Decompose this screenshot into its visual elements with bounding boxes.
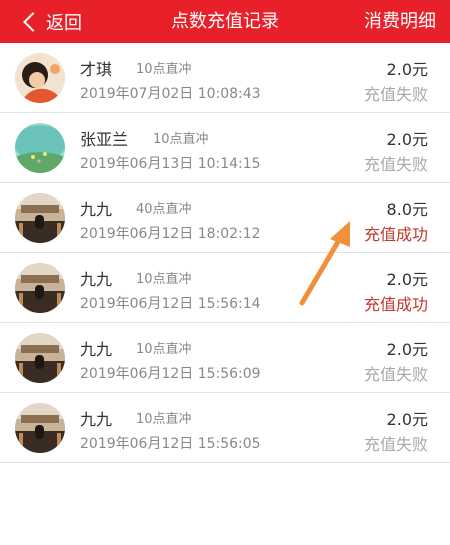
status-label: 充值成功 [363,225,428,244]
consumption-detail-link[interactable]: 消费明细 [364,0,436,43]
user-name: 九九 [80,270,113,289]
package-tag: 10点直冲 [136,342,192,357]
list-item[interactable]: 才琪 10点直冲 2019年07月02日 10:08:43 2.0元 充值失败 [0,43,450,113]
back-label: 返回 [46,12,82,34]
package-tag: 10点直冲 [136,412,192,427]
amount: 8.0元 [386,200,428,219]
amount: 2.0元 [386,270,428,289]
user-name: 九九 [80,200,113,219]
user-name: 九九 [80,410,113,429]
status-label: 充值失败 [363,155,428,174]
package-tag: 40点直冲 [136,202,192,217]
recharge-time: 2019年06月12日 15:56:05 [80,436,261,452]
app-header: 返回 点数充值记录 消费明细 [0,0,450,43]
avatar [15,53,65,103]
back-button[interactable]: 返回 [22,0,82,43]
avatar [15,263,65,313]
list-item[interactable]: 九九 10点直冲 2019年06月12日 15:56:05 2.0元 充值失败 [0,393,450,463]
package-tag: 10点直冲 [136,62,192,77]
recharge-time: 2019年07月02日 10:08:43 [80,86,261,102]
recharge-time: 2019年06月12日 15:56:14 [80,296,261,312]
amount: 2.0元 [386,410,428,429]
user-name: 九九 [80,340,113,359]
user-name: 才琪 [80,60,113,79]
list-item[interactable]: 九九 10点直冲 2019年06月12日 15:56:09 2.0元 充值失败 [0,323,450,393]
status-label: 充值成功 [363,295,428,314]
list-item[interactable]: 九九 10点直冲 2019年06月12日 15:56:14 2.0元 充值成功 [0,253,450,323]
amount: 2.0元 [386,130,428,149]
amount: 2.0元 [386,340,428,359]
recharge-time: 2019年06月13日 10:14:15 [80,156,261,172]
list-item[interactable]: 张亚兰 10点直冲 2019年06月13日 10:14:15 2.0元 充值失败 [0,113,450,183]
annotation-arrow [299,221,350,306]
list-item[interactable]: 九九 40点直冲 2019年06月12日 18:02:12 8.0元 充值成功 [0,183,450,253]
package-tag: 10点直冲 [136,272,192,287]
amount: 2.0元 [386,60,428,79]
status-label: 充值失败 [363,435,428,454]
status-label: 充值失败 [363,85,428,104]
arrow-shaft [299,232,345,306]
package-tag: 10点直冲 [153,132,209,147]
avatar [15,123,65,173]
chevron-left-icon [23,11,43,32]
avatar [15,403,65,453]
recharge-time: 2019年06月12日 15:56:09 [80,366,261,382]
status-label: 充值失败 [363,365,428,384]
recharge-time: 2019年06月12日 18:02:12 [80,226,261,242]
avatar [15,333,65,383]
user-name: 张亚兰 [80,130,129,149]
avatar [15,193,65,243]
recharge-record-list: 才琪 10点直冲 2019年07月02日 10:08:43 2.0元 充值失败 … [0,43,450,463]
